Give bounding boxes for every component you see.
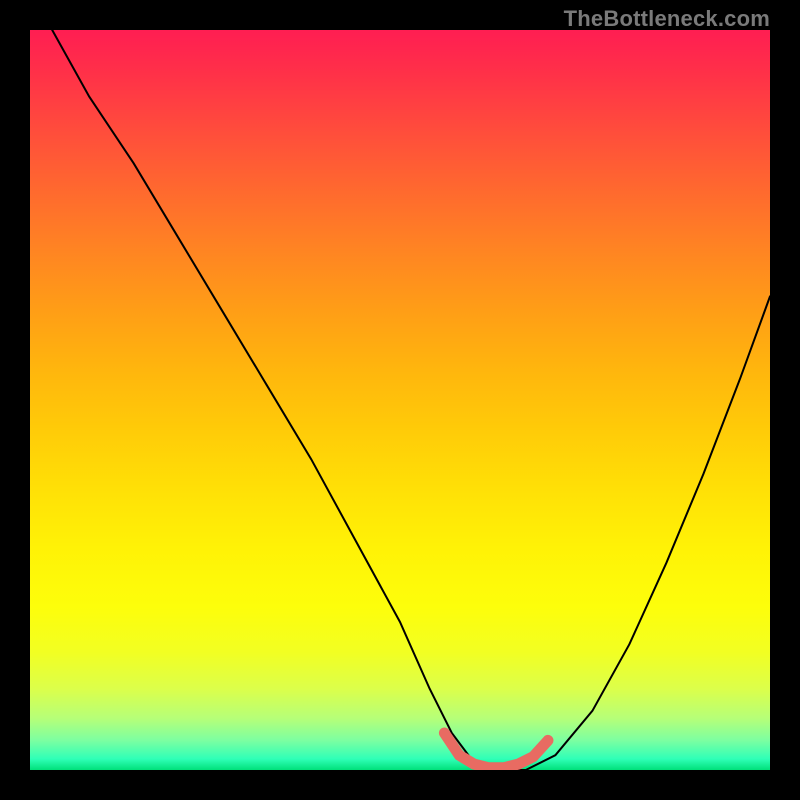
watermark-text: TheBottleneck.com xyxy=(564,6,770,32)
optimum-band xyxy=(444,733,548,768)
chart-frame: TheBottleneck.com xyxy=(0,0,800,800)
curve-layer xyxy=(30,30,770,770)
plot-area xyxy=(30,30,770,770)
bottleneck-curve xyxy=(52,30,770,770)
